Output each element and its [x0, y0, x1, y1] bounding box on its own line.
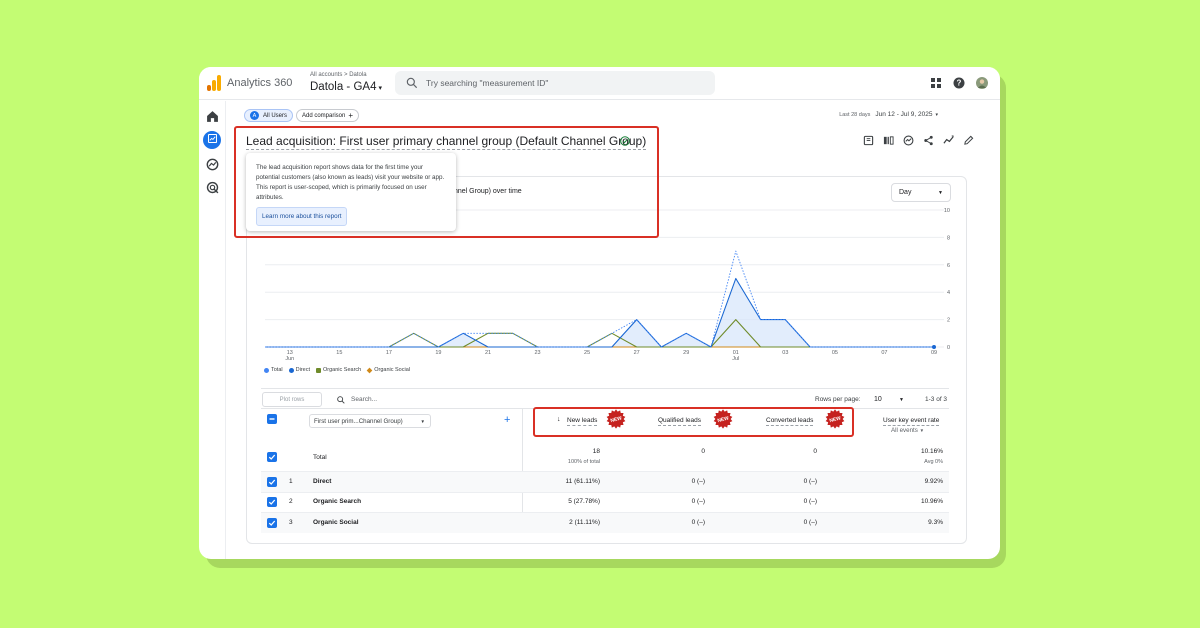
- event-rate-filter-label: All events: [891, 427, 918, 434]
- rows-per-page-select[interactable]: 10: [874, 396, 882, 403]
- row-index: 2: [289, 498, 293, 505]
- table-row[interactable]: [261, 472, 949, 492]
- chart-legend: Total Direct Organic Search Organic Soci…: [264, 367, 410, 373]
- row-qualified: 0 (–): [691, 478, 705, 485]
- dimension-select[interactable]: First user prim...Channel Group) ▼: [309, 414, 431, 428]
- y-tick-label: 6: [947, 263, 950, 269]
- series-end-point: [932, 345, 936, 349]
- total-label: Total: [313, 454, 327, 461]
- analytics-window: Analytics 360 All accounts > Datola Dato…: [199, 67, 1000, 559]
- total-rate-avg: Avg 0%: [924, 459, 943, 465]
- table-row[interactable]: [261, 493, 949, 513]
- row-new-leads: 2 (11.11%): [569, 519, 600, 526]
- total-new-leads: 18: [592, 448, 600, 455]
- caret-down-icon[interactable]: ▼: [899, 397, 904, 403]
- y-tick-label: 2: [947, 318, 950, 324]
- row-channel[interactable]: Organic Social: [313, 519, 359, 526]
- row-rate: 9.92%: [924, 478, 943, 485]
- learn-more-link[interactable]: Learn more about this report: [256, 207, 348, 226]
- total-row-checkbox[interactable]: [267, 452, 277, 462]
- legend-label: Organic Search: [323, 367, 362, 373]
- row-qualified: 0 (–): [691, 519, 705, 526]
- row-channel[interactable]: Direct: [313, 478, 331, 485]
- caret-down-icon: ▼: [919, 428, 925, 433]
- new-badge-icon: NEW: [606, 409, 626, 429]
- caret-down-icon: ▼: [420, 419, 425, 424]
- x-tick-label: 29: [683, 350, 689, 356]
- new-badge-icon: NEW: [713, 409, 733, 429]
- x-tick-label: 23: [534, 350, 540, 356]
- x-tick-sublabel: Jun: [285, 356, 294, 362]
- total-converted: 0: [813, 448, 817, 455]
- search-icon: [337, 396, 345, 404]
- row-channel[interactable]: Organic Search: [313, 498, 361, 505]
- legend-label: Direct: [295, 367, 310, 373]
- header-qualified-leads[interactable]: Qualified leads: [658, 416, 701, 426]
- y-tick-label: 8: [947, 235, 950, 241]
- legend-item-total[interactable]: Total: [264, 367, 283, 373]
- row-checkbox[interactable]: [267, 518, 277, 528]
- rows-per-page-label: Rows per page:: [815, 396, 861, 403]
- x-tick-label: 19: [435, 350, 441, 356]
- divider: [261, 388, 949, 389]
- x-tick-label: 25: [584, 350, 590, 356]
- report-info-tooltip: The lead acquisition report shows data f…: [246, 153, 456, 231]
- row-converted: 0 (–): [803, 478, 817, 485]
- row-new-leads: 11 (61.11%): [565, 478, 600, 485]
- header-new-leads[interactable]: New leads: [567, 416, 598, 426]
- plot-rows-button[interactable]: Plot rows: [262, 392, 322, 407]
- y-tick-label: 0: [947, 345, 950, 351]
- row-new-leads: 5 (27.78%): [568, 498, 600, 505]
- series-line-total: [265, 250, 934, 348]
- legend-item-organic-social[interactable]: Organic Social: [366, 367, 410, 373]
- row-qualified: 0 (–): [691, 498, 705, 505]
- series-area-direct: [265, 278, 934, 347]
- sort-down-arrow-icon[interactable]: ↓: [557, 416, 561, 423]
- tooltip-text: The lead acquisition report shows data f…: [256, 164, 445, 201]
- x-tick-label: 27: [634, 350, 640, 356]
- x-tick-label: 05: [832, 350, 838, 356]
- legend-item-organic-search[interactable]: Organic Search: [316, 367, 361, 373]
- legend-label: Total: [271, 367, 283, 373]
- dimension-value: First user prim...Channel Group): [314, 418, 403, 425]
- x-tick-label: 15: [336, 350, 342, 356]
- row-index: 1: [289, 478, 293, 485]
- x-tick-label: 17: [386, 350, 392, 356]
- row-checkbox[interactable]: [267, 497, 277, 507]
- row-converted: 0 (–): [803, 519, 817, 526]
- total-qualified: 0: [701, 448, 705, 455]
- x-tick-label: 07: [881, 350, 887, 356]
- add-dimension-icon[interactable]: +: [504, 414, 510, 426]
- row-rate: 9.3%: [928, 519, 943, 526]
- x-tick-label: 09: [931, 350, 937, 356]
- series-line-organic-search: [265, 319, 934, 348]
- pagination-range: 1-3 of 3: [925, 396, 948, 403]
- event-rate-filter[interactable]: All events ▼: [891, 427, 924, 434]
- table-search-input[interactable]: Search...: [351, 396, 377, 403]
- header-user-key-event-rate[interactable]: User key event rate: [883, 416, 940, 426]
- row-rate: 10.96%: [920, 498, 943, 505]
- divider: [261, 408, 949, 409]
- legend-item-direct[interactable]: Direct: [288, 367, 310, 373]
- row-checkbox[interactable]: [267, 477, 277, 487]
- new-badge-icon: NEW: [825, 409, 845, 429]
- header-converted-leads[interactable]: Converted leads: [766, 416, 814, 426]
- row-index: 3: [289, 519, 293, 526]
- x-tick-label: 03: [782, 350, 788, 356]
- y-tick-label: 4: [947, 290, 950, 296]
- legend-label: Organic Social: [374, 367, 410, 373]
- row-converted: 0 (–): [803, 498, 817, 505]
- select-all-checkbox[interactable]: [267, 414, 277, 424]
- series-line-direct: [265, 277, 934, 348]
- x-tick-label: 21: [485, 350, 491, 356]
- table-row[interactable]: [261, 513, 949, 533]
- total-rate: 10.16%: [920, 448, 943, 455]
- y-tick-label: 10: [944, 208, 950, 214]
- total-new-leads-share: 100% of total: [567, 459, 600, 465]
- x-tick-sublabel: Jul: [732, 356, 739, 362]
